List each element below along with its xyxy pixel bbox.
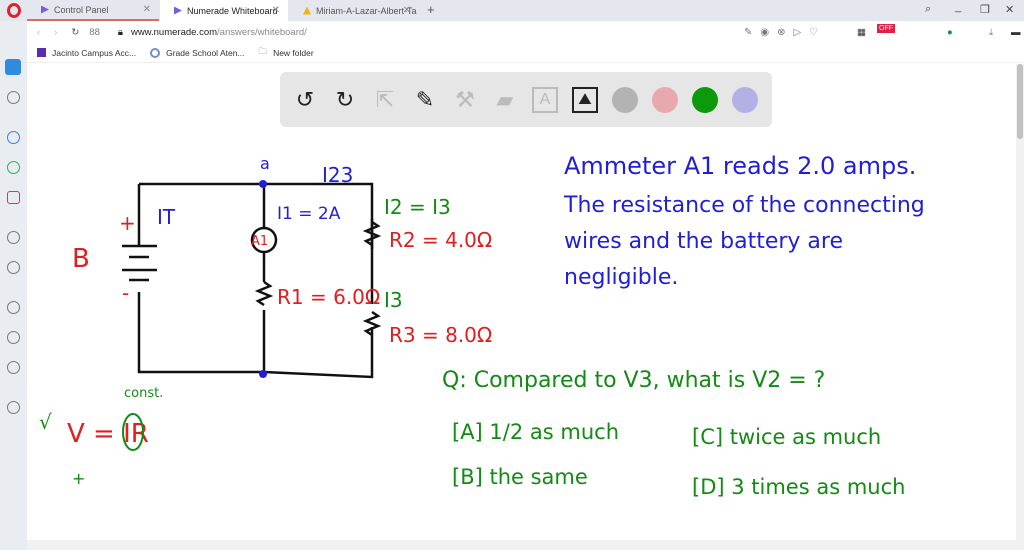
- lightbulb-icon[interactable]: [7, 401, 20, 414]
- send-icon[interactable]: [7, 261, 20, 274]
- battery-symbol: [122, 244, 157, 282]
- checkmark: √: [39, 410, 52, 434]
- numerade-icon: [41, 5, 49, 14]
- extension-badge[interactable]: OFF: [877, 24, 895, 33]
- problem-line-4: negligible.: [564, 265, 678, 290]
- settings-icon[interactable]: [7, 361, 20, 374]
- opera-logo-icon[interactable]: [7, 3, 21, 18]
- address-actions[interactable]: ✎◉⊗▷♡: [744, 27, 826, 38]
- bookmark-jacinto[interactable]: Jacinto Campus Acc...: [52, 48, 136, 58]
- label-battery-b: B: [72, 244, 90, 274]
- instagram-icon[interactable]: [7, 191, 20, 204]
- scrollbar-thumb[interactable]: [1017, 64, 1023, 139]
- bookmark-icon: [37, 48, 46, 57]
- tab-label: Miriam-A-Lazar-Albert-Ta: [316, 5, 417, 16]
- label-i23: I23: [322, 163, 353, 187]
- minimize-button[interactable]: _: [955, 1, 961, 13]
- drive-icon: [303, 6, 311, 15]
- problem-line-1: Ammeter A1 reads 2.0 amps.: [564, 152, 916, 180]
- node-a: [259, 180, 267, 188]
- heart-icon[interactable]: [7, 301, 20, 314]
- battery-icon[interactable]: ▬: [1011, 27, 1021, 38]
- label-r1: R1 = 6.0Ω: [277, 285, 380, 309]
- url-path: /answers/whiteboard/: [217, 26, 307, 38]
- download-icon[interactable]: ⤓: [989, 27, 993, 38]
- choice-d: [D] 3 times as much: [692, 475, 905, 499]
- search-tabs-icon[interactable]: ⌕: [925, 3, 931, 16]
- ohms-law: V = IR: [67, 419, 149, 449]
- choice-c: [C] twice as much: [692, 425, 881, 449]
- address-bar: ‹ › ↻ 88 🔒︎ www.numerade.com/answers/whi…: [27, 21, 1024, 43]
- bookmark-new-folder[interactable]: New folder: [273, 48, 314, 58]
- tab-drive[interactable]: Miriam-A-Lazar-Albert-Ta ✕: [289, 0, 419, 21]
- new-tab-button[interactable]: +: [427, 2, 435, 17]
- label-plus: +: [119, 211, 136, 235]
- tab-label: Numerade Whiteboard: [187, 5, 278, 16]
- back-icon[interactable]: ‹: [37, 27, 40, 38]
- cursor-crosshair: +: [72, 469, 85, 488]
- label-a1: A1: [251, 234, 268, 249]
- speed-dial-icon[interactable]: 88: [89, 27, 100, 38]
- folder-icon: 🗀: [258, 45, 268, 56]
- bookmark-grade-school[interactable]: Grade School Aten...: [166, 48, 244, 58]
- node-bottom: [259, 370, 267, 378]
- label-i3: I3: [384, 288, 403, 312]
- label-r3: R3 = 8.0Ω: [389, 323, 492, 347]
- close-tab-icon[interactable]: ✕: [272, 5, 280, 16]
- label-i1: I1 = 2A: [277, 204, 341, 224]
- problem-line-2: The resistance of the connecting: [563, 193, 925, 218]
- star-icon[interactable]: [7, 91, 20, 104]
- url-field[interactable]: www.numerade.com/answers/whiteboard/: [131, 27, 307, 38]
- drawing-layer: a I23 IT I1 = 2A A1 Ammeter A1 reads 2.0…: [39, 152, 925, 499]
- label-node-a: a: [260, 154, 270, 173]
- reload-icon[interactable]: ↻: [71, 27, 79, 38]
- lock-icon: 🔒︎: [117, 26, 123, 38]
- choice-a: [A] 1/2 as much: [452, 420, 619, 444]
- label-minus: -: [122, 281, 129, 305]
- whiteboard-canvas[interactable]: ↺ ↻ ⇱ ✎ ⚒ ▰ A ⛰ a I23 IT I1 = 2A A1 Amme…: [27, 64, 1016, 540]
- horizontal-scrollbar[interactable]: [27, 540, 1024, 550]
- label-r2: R2 = 4.0Ω: [389, 228, 492, 252]
- label-i2-equals-i3: I2 = I3: [384, 195, 451, 219]
- close-tab-icon[interactable]: ✕: [403, 5, 411, 16]
- restore-button[interactable]: ❐: [980, 3, 990, 16]
- forward-icon[interactable]: ›: [54, 27, 57, 38]
- close-window-button[interactable]: ✕: [1005, 3, 1014, 16]
- tab-numerade-whiteboard[interactable]: Numerade Whiteboard ✕: [160, 0, 288, 21]
- bookmark-icon: [150, 47, 161, 58]
- resistor-r1: [254, 280, 274, 307]
- history-icon[interactable]: [7, 331, 20, 344]
- question-text: Q: Compared to V3, what is V2 = ?: [442, 368, 825, 393]
- opera-sidebar: [0, 21, 27, 550]
- grid-extension-icon[interactable]: ▦: [857, 27, 866, 38]
- tab-label: Control Panel: [54, 4, 109, 15]
- whatsapp-icon[interactable]: [7, 161, 20, 174]
- tab-bar: Control Panel ✕ Numerade Whiteboard ✕ Miri…: [0, 0, 1024, 21]
- numerade-icon: [174, 6, 182, 15]
- problem-line-3: wires and the battery are: [564, 229, 843, 254]
- url-host: www.numerade.com: [130, 26, 218, 38]
- label-const: const.: [124, 386, 163, 401]
- home-icon[interactable]: [5, 59, 21, 75]
- choice-b: [B] the same: [452, 465, 588, 489]
- close-tab-icon[interactable]: ✕: [143, 4, 151, 15]
- vpn-icon[interactable]: ●: [947, 27, 953, 38]
- label-it: IT: [157, 205, 176, 229]
- messenger-icon[interactable]: [7, 131, 20, 144]
- bookmarks-bar: Jacinto Campus Acc... Grade School Aten.…: [27, 43, 1024, 63]
- tab-control-panel[interactable]: Control Panel ✕: [27, 0, 159, 21]
- player-icon[interactable]: [7, 231, 20, 244]
